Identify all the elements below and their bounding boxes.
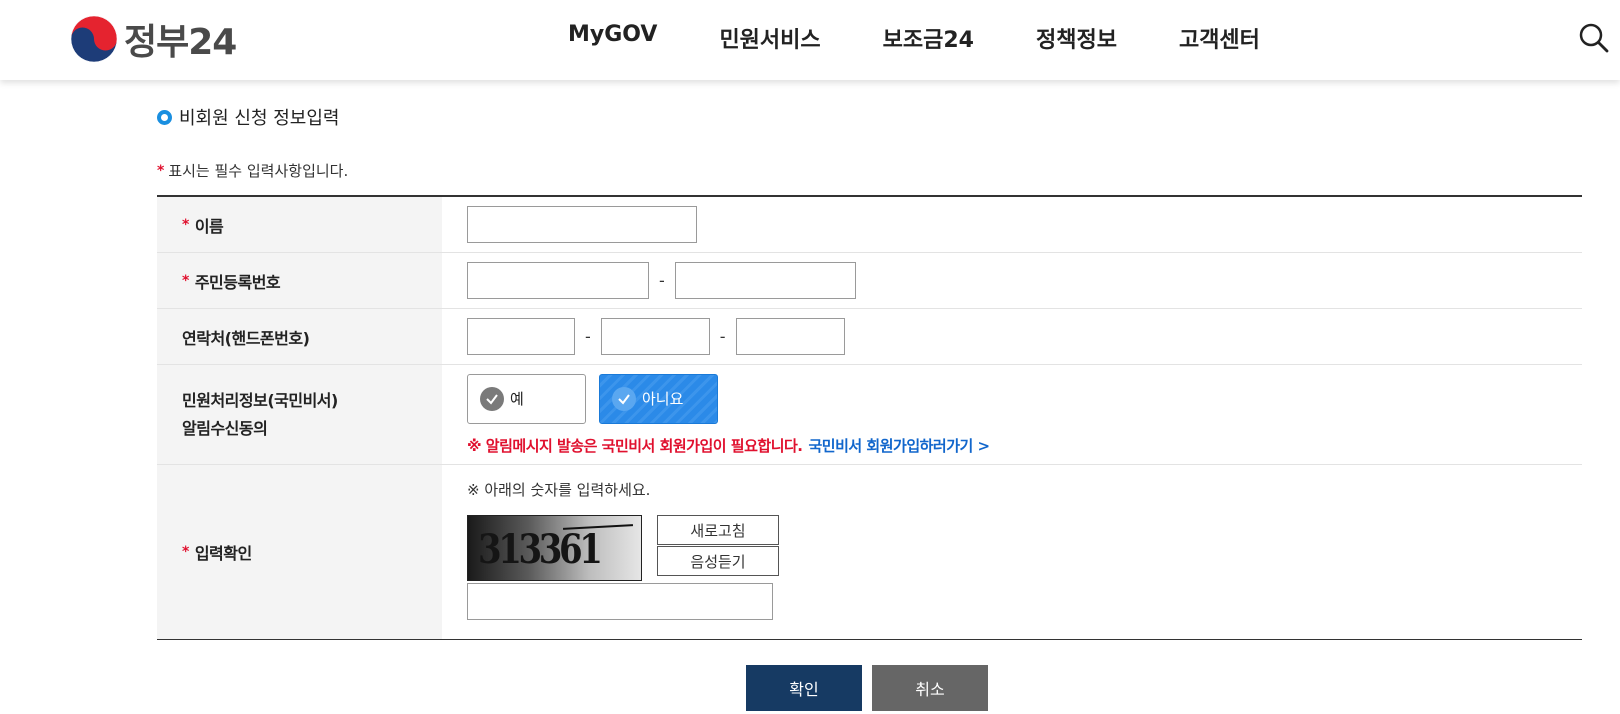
consent-choices: 예 아니요 [467,373,990,424]
site-header: 정부24 MyGOV 민원서비스 보조금24 정책정보 고객센터 [0,0,1620,80]
cancel-button[interactable]: 취소 [872,665,988,711]
phone-label: 연락처(핸드폰번호) [182,328,310,348]
search-icon[interactable] [1578,22,1610,54]
captcha-row: 313361 새로고침 음성듣기 [467,515,779,581]
rrn-label: 주민등록번호 [194,272,281,292]
taegeuk-logo-icon [70,15,118,63]
name-input[interactable] [467,206,697,243]
main-nav: MyGOV 민원서비스 보조금24 정책정보 고객센터 [568,22,1322,54]
captcha-refresh-button[interactable]: 새로고침 [657,515,779,545]
phone-part1-input[interactable] [467,318,575,355]
captcha-hint: ※ 아래의 숫자를 입력하세요. [467,481,651,499]
rrn-back-input[interactable] [674,262,856,299]
captcha-code: 313361 [478,526,603,573]
consent-notice-text: ※ 알림메시지 발송은 국민비서 회원가입이 필요합니다. [467,436,803,455]
captcha-label: 입력확인 [194,544,252,563]
confirm-button[interactable]: 확인 [746,665,862,711]
phone-part3-input[interactable] [735,318,845,355]
applicant-form: * 이름 * 주민등록번호 - 연락처(핸드폰번호) - - 민원처리정보(국민… [157,195,1582,640]
form-row-phone: 연락처(핸드폰번호) - - [157,309,1582,365]
consent-wrap: 예 아니요 ※ 알림메시지 발송은 국민비서 회원가입이 필요합니다. 국민비서… [467,373,990,456]
captcha-buttons: 새로고침 음성듣기 [657,515,779,581]
form-actions: 확인 취소 [746,665,998,711]
required-note: * 표시는 필수 입력사항입니다. [157,160,348,181]
check-circle-icon [612,386,636,411]
captcha-area: ※ 아래의 숫자를 입력하세요. 313361 새로고침 음성듣기 [467,465,779,620]
section-title-text: 비회원 신청 정보입력 [179,108,340,129]
consent-no-label: 아니요 [642,390,684,408]
phone-dash-1: - [585,327,591,346]
form-row-consent: 민원처리정보(국민비서) 알림수신동의 예 아니요 ※ 알림메시지 발송은 국민… [157,365,1582,465]
logo-text: 정부24 [124,22,237,63]
consent-no-option[interactable]: 아니요 [599,373,718,424]
captcha-image: 313361 [467,515,642,581]
consent-label-line1: 민원처리정보(국민비서) [182,390,338,410]
gukmin-biseo-signup-link[interactable]: 국민비서 회원가입하러가기 > [809,435,991,456]
row-value-captcha: ※ 아래의 숫자를 입력하세요. 313361 새로고침 음성듣기 [442,465,1582,639]
consent-label-line2: 알림수신동의 [182,418,268,438]
required-asterisk-icon: * [157,162,165,179]
nav-item-customer-center[interactable]: 고객센터 [1179,22,1260,54]
consent-yes-label: 예 [510,390,524,408]
required-asterisk-icon: * [182,544,189,560]
row-label-name: * 이름 [157,197,442,252]
row-label-rrn: * 주민등록번호 [157,253,442,308]
section-title: 비회원 신청 정보입력 [157,104,339,130]
form-row-captcha: * 입력확인 ※ 아래의 숫자를 입력하세요. 313361 새로고침 음성듣기 [157,465,1582,639]
bullet-ring-icon [157,109,172,125]
row-label-consent: 민원처리정보(국민비서) 알림수신동의 [157,365,442,464]
consent-yes-option[interactable]: 예 [467,373,586,424]
nav-item-subsidy24[interactable]: 보조금24 [883,22,974,54]
row-value-consent: 예 아니요 ※ 알림메시지 발송은 국민비서 회원가입이 필요합니다. 국민비서… [442,365,1582,464]
rrn-front-input[interactable] [467,262,649,299]
required-asterisk-icon: * [182,216,189,233]
required-note-text: 표시는 필수 입력사항입니다. [168,162,349,180]
check-circle-icon [480,386,504,411]
rrn-dash: - [659,271,665,290]
phone-dash-2: - [719,327,726,346]
captcha-input[interactable] [467,583,773,620]
required-asterisk-icon: * [182,272,189,289]
row-value-rrn: - [442,253,1582,308]
row-label-phone: 연락처(핸드폰번호) [157,309,442,364]
consent-notice: ※ 알림메시지 발송은 국민비서 회원가입이 필요합니다. 국민비서 회원가입하… [467,435,990,456]
form-row-rrn: * 주민등록번호 - [157,253,1582,309]
phone-part2-input[interactable] [600,318,710,355]
row-value-phone: - - [442,309,1582,364]
captcha-audio-button[interactable]: 음성듣기 [657,546,779,576]
logo[interactable]: 정부24 [70,15,237,63]
nav-item-policy-info[interactable]: 정책정보 [1036,22,1117,54]
row-value-name [442,197,1582,252]
nav-item-civil-services[interactable]: 민원서비스 [719,22,820,54]
nav-item-mygov[interactable]: MyGOV [568,22,657,54]
name-label: 이름 [194,216,224,236]
row-label-captcha: * 입력확인 [157,465,442,639]
form-row-name: * 이름 [157,197,1582,253]
